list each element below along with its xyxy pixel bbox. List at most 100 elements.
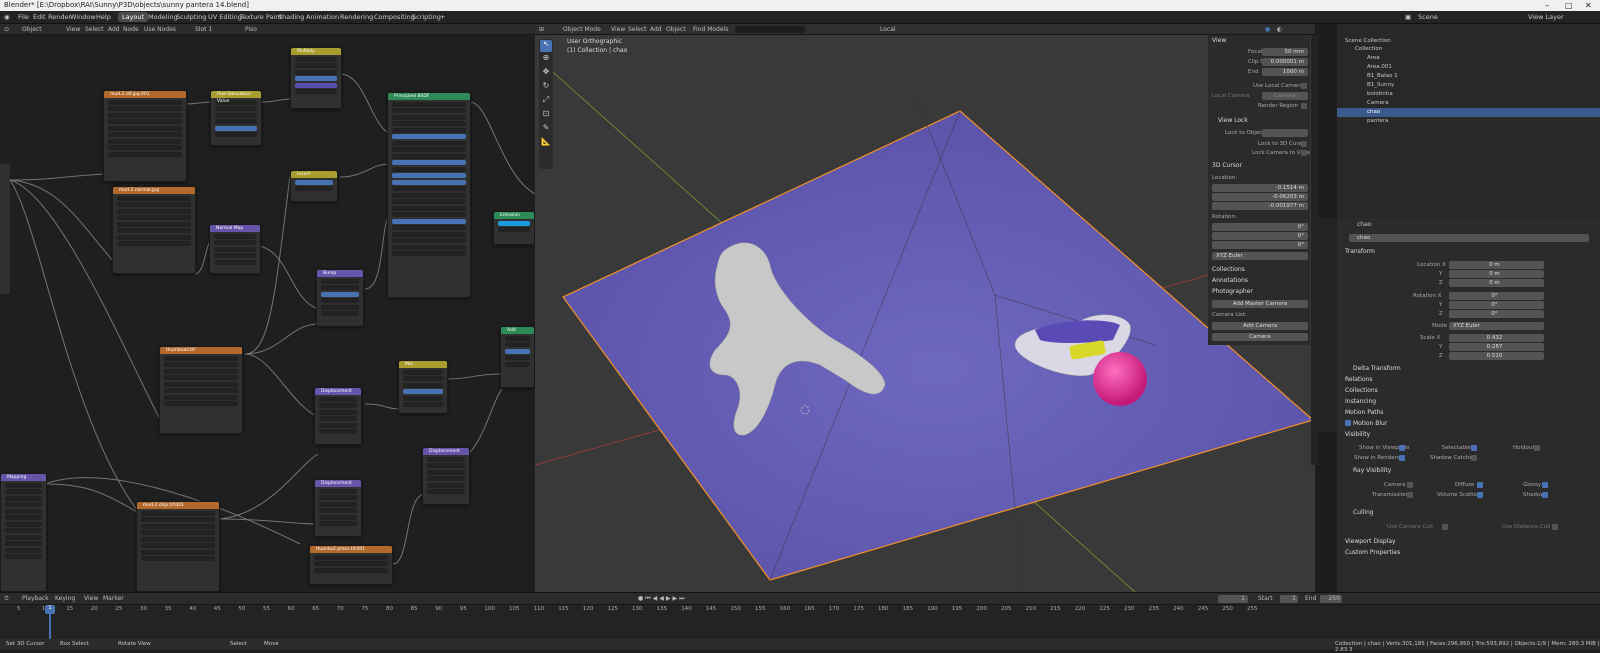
transform-section[interactable]: Transform — [1345, 248, 1375, 255]
node-multiply[interactable]: Multiply — [290, 47, 342, 109]
scene-selector[interactable]: Scene — [1418, 13, 1438, 21]
location-z-field[interactable]: 0 m — [1449, 279, 1544, 287]
transform-orientation-dropdown[interactable]: Local — [880, 26, 896, 33]
shadow-catcher-checkbox[interactable] — [1471, 455, 1477, 461]
outliner-item-chao[interactable]: chao — [1367, 109, 1380, 115]
close-icon[interactable]: ✕ — [1585, 0, 1592, 11]
ray-visibility-section[interactable]: Ray Visibility — [1353, 467, 1391, 474]
outliner-item-area[interactable]: Area — [1367, 55, 1380, 61]
blender-logo-icon[interactable]: ◉ — [4, 13, 10, 21]
annotate-tool-icon[interactable]: ✎ — [539, 123, 553, 137]
relations-section[interactable]: Relations — [1345, 376, 1373, 383]
node-displacement-2[interactable]: Displacement — [314, 479, 362, 537]
node-emission[interactable]: Emission — [493, 211, 535, 245]
mode-dropdown[interactable]: Object Mode — [563, 26, 601, 33]
outliner-item-balao[interactable]: B1_Balao 1 — [1367, 73, 1398, 79]
add-master-camera-button[interactable]: Add Master Camera — [1212, 300, 1308, 308]
rotation-mode-dropdown[interactable]: XYZ Euler — [1449, 322, 1544, 330]
ray-shadow-checkbox[interactable] — [1542, 492, 1548, 498]
viewport-editor-icon[interactable]: ⊞ — [539, 26, 544, 33]
menu-add[interactable]: Add — [650, 26, 662, 33]
menu-keying[interactable]: Keying — [55, 595, 75, 602]
node-editor[interactable]: ⊙ Object View Select Add Node Use Nodes … — [0, 24, 535, 592]
location-y-field[interactable]: 0 m — [1449, 270, 1544, 278]
menu-help[interactable]: Help — [96, 13, 111, 21]
measure-tool-icon[interactable]: 📐 — [539, 137, 553, 151]
object-name-field[interactable]: chao — [1349, 234, 1589, 242]
node-image-texture-normal[interactable]: mud.2.normal.jpg — [112, 186, 196, 274]
playhead[interactable]: 1 — [45, 605, 55, 614]
clip-end-field[interactable]: 1000 m — [1262, 68, 1308, 76]
move-tool-icon[interactable]: ✥ — [539, 67, 553, 81]
use-distance-cull-checkbox[interactable] — [1552, 524, 1558, 530]
instancing-section[interactable]: Instancing — [1345, 398, 1376, 405]
menu-select[interactable]: Select — [628, 26, 647, 33]
show-viewports-checkbox[interactable] — [1399, 445, 1405, 451]
ray-diffuse-checkbox[interactable] — [1477, 482, 1483, 488]
solid-shading-icon[interactable]: ● — [1265, 26, 1270, 33]
menu-object[interactable]: Object — [666, 26, 686, 33]
selectable-checkbox[interactable] — [1471, 445, 1477, 451]
motion-blur-checkbox[interactable] — [1345, 420, 1351, 426]
node-normal-map[interactable]: Normal Map — [209, 224, 261, 274]
render-region-checkbox[interactable] — [1301, 103, 1307, 109]
scale-x-field[interactable]: 0.432 — [1449, 334, 1544, 342]
ray-transmission-checkbox[interactable] — [1407, 492, 1413, 498]
lock-to-object-field[interactable] — [1262, 129, 1308, 137]
rotation-x-field[interactable]: 0° — [1449, 292, 1544, 300]
node-image-texture-disp[interactable]: mud.2.disp.tif.001 — [136, 501, 220, 592]
outliner-item-bolotinha[interactable]: bolotinha — [1367, 91, 1393, 97]
scale-z-field[interactable]: 0.510 — [1449, 352, 1544, 360]
node-mix[interactable]: Mix — [398, 360, 448, 414]
cursor-rx-field[interactable]: 0° — [1212, 223, 1308, 231]
view-lock-section[interactable]: View Lock — [1218, 117, 1248, 124]
maximize-icon[interactable]: □ — [1565, 0, 1573, 11]
cursor-z-field[interactable]: -0.001977 m — [1212, 202, 1308, 210]
use-camera-cull-checkbox[interactable] — [1442, 524, 1448, 530]
cursor-y-field[interactable]: -0.06203 m — [1212, 193, 1308, 201]
show-renders-checkbox[interactable] — [1399, 455, 1405, 461]
focal-length-field[interactable]: 50 mm — [1262, 48, 1308, 56]
local-camera-field[interactable]: Camera — [1262, 92, 1308, 100]
collections-section[interactable]: Collections — [1345, 387, 1378, 394]
node-hue-saturation[interactable]: Hue Saturation Value — [210, 90, 262, 146]
menu-playback[interactable]: Playback — [22, 595, 49, 602]
photographer-section[interactable]: Photographer — [1212, 288, 1253, 295]
node-bump[interactable]: Bump — [316, 269, 364, 327]
delta-transform-section[interactable]: Delta Transform — [1353, 365, 1401, 372]
cursor-tool-icon[interactable]: ⊕ — [539, 53, 553, 67]
timeline[interactable]: ⏱ Playback Keying View Marker ●⏮◀◀▶▶⏭ 1 … — [0, 592, 1600, 640]
menu-file[interactable]: File — [18, 13, 29, 21]
find-models-button[interactable]: Find Models — [693, 26, 728, 33]
node-invert[interactable]: Invert — [290, 170, 338, 202]
culling-section[interactable]: Culling — [1353, 509, 1374, 516]
transform-tool-icon[interactable]: ⊡ — [539, 109, 553, 123]
camera-list-item[interactable]: Camera — [1212, 333, 1308, 341]
scale-tool-icon[interactable]: ⤢ — [539, 95, 553, 109]
rotation-z-field[interactable]: 0° — [1449, 310, 1544, 318]
minimize-icon[interactable]: – — [1545, 0, 1549, 11]
outliner-item-sunny[interactable]: B1_Sunny — [1367, 82, 1394, 88]
rotation-y-field[interactable]: 0° — [1449, 301, 1544, 309]
outliner-item-area-001[interactable]: Area.001 — [1367, 64, 1392, 70]
menu-view[interactable]: View — [84, 595, 98, 602]
node-offscreen[interactable] — [0, 164, 10, 294]
location-x-field[interactable]: 0 m — [1449, 261, 1544, 269]
lock-camera-checkbox[interactable] — [1301, 150, 1307, 156]
outliner-item-camera[interactable]: Camera — [1367, 100, 1389, 106]
playback-controls-icon[interactable]: ●⏮◀◀▶▶⏭ — [638, 595, 687, 603]
end-field[interactable]: 250 — [1320, 594, 1342, 603]
ray-volume-scatter-checkbox[interactable] — [1477, 492, 1483, 498]
node-image-texture-dif[interactable]: mud.2.dif.jpg.001 — [103, 90, 187, 182]
cursor-ry-field[interactable]: 0° — [1212, 232, 1308, 240]
ray-glossy-checkbox[interactable] — [1542, 482, 1548, 488]
view-layer-selector[interactable]: View Layer — [1528, 13, 1564, 21]
select-tool-icon[interactable]: ↖ — [540, 40, 552, 52]
node-displacement-1[interactable]: Displacement — [314, 387, 362, 445]
use-local-camera-checkbox[interactable] — [1301, 83, 1307, 89]
node-add[interactable]: Add — [500, 326, 535, 388]
current-frame-field[interactable]: 1 — [1218, 594, 1248, 603]
menu-render[interactable]: Render — [48, 13, 71, 21]
ray-camera-checkbox[interactable] — [1407, 482, 1413, 488]
annotations-section[interactable]: Annotations — [1212, 277, 1248, 284]
